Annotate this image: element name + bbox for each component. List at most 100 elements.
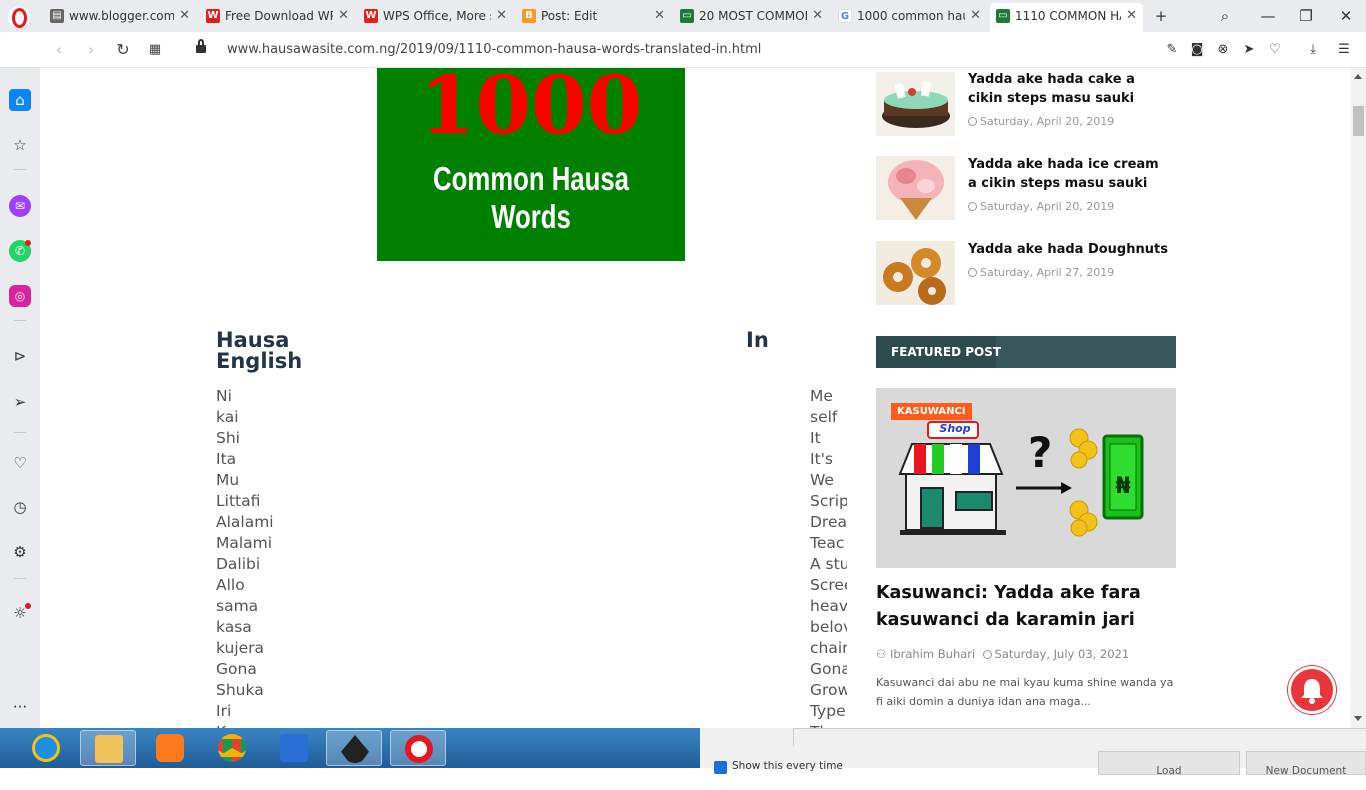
tab-20-most-common[interactable]: ▭ 20 MOST COMMON ✕: [674, 3, 829, 29]
taskbar-ie[interactable]: [18, 730, 74, 766]
featured-post-excerpt: Kasuwanci dai abu ne mai kyau kuma shine…: [876, 676, 1174, 708]
inkscape-icon: [341, 735, 369, 763]
messenger-icon[interactable]: ✉: [9, 195, 31, 217]
tab-close-icon[interactable]: ✕: [179, 3, 190, 29]
opera-icon: [405, 735, 433, 763]
featured-post-author[interactable]: Ibrahim Buhari: [890, 647, 975, 661]
tab-favicon-icon: B: [522, 9, 536, 23]
scroll-down-icon[interactable]: [1354, 716, 1362, 721]
send-icon[interactable]: ➤: [1240, 41, 1258, 59]
author-icon: ⚇: [876, 647, 887, 661]
new-document-button[interactable]: New Document: [1246, 751, 1366, 777]
word-item: Drea: [810, 513, 847, 531]
document-dialog: Show this every time Load New Document: [700, 728, 1366, 777]
word-item: Shi: [216, 429, 240, 447]
tab-close-icon[interactable]: ✕: [812, 3, 823, 29]
scrollbar-thumb[interactable]: [1353, 106, 1364, 136]
address-bar: ‹ › ↻ ▦ www.hausawasite.com.ng/2019/09/1…: [0, 32, 1366, 68]
clock-icon: [968, 268, 977, 277]
taskbar-chrome[interactable]: [204, 730, 260, 766]
cake-thumbnail[interactable]: [876, 72, 955, 136]
taskbar-inkscape[interactable]: [326, 730, 382, 766]
word-item: Ita: [216, 450, 237, 468]
player-icon[interactable]: ⊳: [9, 345, 31, 367]
word-item: Littafi: [216, 492, 261, 510]
taskbar-wps[interactable]: [266, 730, 322, 766]
category-badge[interactable]: KASUWANCI: [891, 403, 972, 420]
reload-icon[interactable]: ↻: [113, 40, 133, 60]
doughnuts-thumbnail[interactable]: [876, 241, 955, 305]
word-item: self: [810, 408, 838, 426]
recent-post-title-ice-cream[interactable]: Yadda ake hada ice cream a cikin steps m…: [968, 155, 1168, 193]
tab-label: Post: Edit: [541, 9, 598, 23]
tab-post-edit[interactable]: B Post: Edit ✕: [516, 3, 671, 29]
question-mark-icon: ?: [1028, 428, 1053, 477]
word-item: Dalibi: [216, 555, 261, 573]
recent-post-title-cake[interactable]: Yadda ake hada cake a cikin steps masu s…: [968, 70, 1168, 108]
scroll-up-icon[interactable]: [1354, 74, 1362, 79]
hero-number: 1000: [419, 68, 643, 152]
hero-subtitle: Common Hausa Words: [433, 160, 629, 235]
tab-favicon-icon: ▭: [996, 9, 1010, 23]
taskbar-uc-browser[interactable]: [142, 730, 198, 766]
tab-1110-common-hausa[interactable]: ▭ 1110 COMMON HA ✕: [990, 3, 1143, 32]
tabs-grid-icon[interactable]: ▦: [145, 40, 165, 60]
heart-icon[interactable]: ♡: [9, 452, 31, 474]
restore-icon[interactable]: ❐: [1296, 6, 1316, 26]
tab-label: 1110 COMMON HA: [1015, 9, 1121, 23]
tab-close-icon[interactable]: ✕: [496, 3, 507, 29]
tab-close-icon[interactable]: ✕: [970, 3, 981, 29]
tab-favicon-icon: ▭: [680, 9, 694, 23]
edit-icon[interactable]: ✎: [1163, 41, 1181, 59]
recent-post-date-doughnuts: Saturday, April 27, 2019: [968, 266, 1114, 279]
settings-gear-icon[interactable]: ⚙: [9, 541, 31, 563]
word-item: Gona: [216, 660, 257, 678]
more-icon[interactable]: ···: [9, 696, 31, 718]
tab-wps-office[interactable]: W WPS Office, More st ✕: [358, 3, 513, 29]
word-item: Alalami: [216, 513, 274, 531]
tab-free-download-wps[interactable]: W Free Download WPS ✕: [200, 3, 355, 29]
featured-post-image[interactable]: KASUWANCI Shop ? ₦: [876, 388, 1176, 568]
load-button[interactable]: Load: [1098, 751, 1240, 777]
word-item: heav: [810, 597, 847, 615]
tab-label: www.blogger.com: [69, 9, 174, 23]
tab-close-icon[interactable]: ✕: [338, 3, 349, 29]
notification-bell-button[interactable]: [1288, 666, 1336, 714]
url-field[interactable]: www.hausawasite.com.ng/2019/09/1110-comm…: [227, 42, 761, 57]
easy-setup-icon[interactable]: ☰: [1335, 41, 1353, 59]
featured-post-title[interactable]: Kasuwanci: Yadda ake fara kasuwanci da k…: [876, 580, 1176, 634]
page-scrollbar[interactable]: [1351, 68, 1366, 728]
taskbar-explorer[interactable]: [80, 730, 136, 766]
back-icon[interactable]: ‹: [49, 40, 69, 60]
star-icon[interactable]: ☆: [9, 134, 31, 156]
tab-close-icon[interactable]: ✕: [654, 3, 665, 29]
forward-icon[interactable]: ›: [81, 40, 101, 60]
tab-blogger[interactable]: ▤ www.blogger.com ✕: [44, 3, 196, 29]
featured-post-date: Saturday, July 03, 2021: [994, 647, 1130, 661]
home-icon[interactable]: ⌂: [9, 89, 31, 111]
snapshot-icon[interactable]: ◙: [1188, 41, 1206, 59]
close-window-icon[interactable]: ✕: [1336, 6, 1356, 26]
shop-sign: Shop: [939, 422, 971, 435]
opera-menu-icon[interactable]: [8, 6, 30, 28]
send-sidebar-icon[interactable]: ➢: [9, 391, 31, 413]
new-tab-icon[interactable]: +: [1151, 6, 1171, 26]
tab-label: 20 MOST COMMON: [699, 9, 807, 23]
tab-google-search[interactable]: G 1000 common haus ✕: [832, 3, 987, 29]
word-item: Mu: [216, 471, 240, 489]
minimize-icon[interactable]: —: [1258, 6, 1278, 26]
search-tabs-icon[interactable]: ⌕: [1215, 6, 1235, 26]
bookmark-heart-icon[interactable]: ♡: [1266, 41, 1284, 59]
ad-block-icon[interactable]: ⊗: [1214, 41, 1232, 59]
ice-cream-thumbnail[interactable]: [876, 156, 955, 220]
download-icon[interactable]: ⤓: [1304, 41, 1322, 59]
word-item: Me: [810, 387, 833, 405]
history-icon[interactable]: ◷: [9, 496, 31, 518]
taskbar-opera[interactable]: [390, 730, 446, 766]
recent-post-title-doughnuts[interactable]: Yadda ake hada Doughnuts: [968, 240, 1168, 259]
lock-icon[interactable]: [196, 39, 206, 55]
tab-close-icon[interactable]: ✕: [1126, 3, 1137, 29]
file-explorer-icon: [95, 735, 123, 763]
tab-bar: ▤ www.blogger.com ✕ W Free Download WPS …: [0, 0, 1366, 32]
instagram-icon[interactable]: ◎: [9, 285, 31, 307]
